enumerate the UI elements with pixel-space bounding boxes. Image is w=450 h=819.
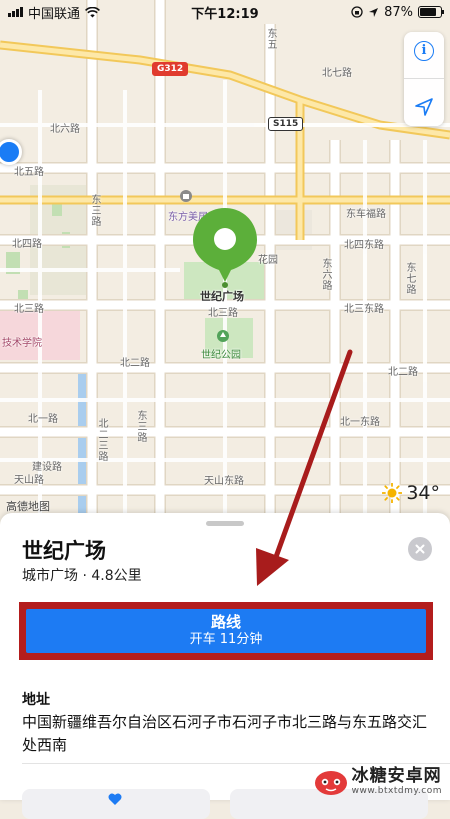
road-label: 北三东路 <box>344 304 384 315</box>
orientation-lock-icon <box>351 6 363 18</box>
watermark-url: www.btxtdmy.com <box>351 786 442 796</box>
wifi-icon <box>85 6 100 17</box>
park-icon <box>217 330 229 342</box>
locate-arrow-icon[interactable] <box>414 97 434 117</box>
road-label: 东车福路 <box>346 209 386 220</box>
status-bar: 中国联通 下午12:19 87% <box>0 0 450 24</box>
map-attribution[interactable]: 高德地图 <box>6 498 50 514</box>
divider <box>22 763 450 764</box>
road-label: 北六路 <box>50 124 80 135</box>
battery-icon <box>418 6 444 18</box>
route-shield-s115: S115 <box>268 117 304 131</box>
close-icon <box>415 544 425 554</box>
close-button[interactable] <box>408 537 432 561</box>
info-icon[interactable]: i <box>414 40 434 61</box>
road-label: 北一路 <box>28 414 58 425</box>
road-label: 北二路 <box>388 367 418 378</box>
sheet-grabber[interactable] <box>206 521 244 526</box>
location-services-icon <box>369 7 379 17</box>
place-title: 世纪广场 <box>22 539 106 563</box>
heart-icon <box>108 793 122 805</box>
road-label: 东七路 <box>404 262 415 295</box>
road-label: 东三路 <box>135 410 146 443</box>
weather-widget: 34° <box>382 482 440 504</box>
road-label: 北七路 <box>322 68 352 79</box>
battery-fill <box>420 8 436 16</box>
watermark-logo-icon <box>314 770 347 795</box>
place-card-sheet[interactable]: 世纪广场 城市广场 · 4.8公里 路线 开车 11分钟 地址 中国新疆维吾尔自… <box>0 513 450 819</box>
weather-temperature: 34° <box>406 482 440 504</box>
place-subtitle: 城市广场 · 4.8公里 <box>22 568 142 584</box>
map-controls: i <box>404 32 444 126</box>
address-label: 地址 <box>22 692 50 708</box>
road-label: 天山路 <box>14 475 44 486</box>
poi-label-hua-yuan[interactable]: 花园 <box>258 251 278 266</box>
battery-percent: 87% <box>384 4 413 20</box>
watermark: 冰糖安卓网 www.btxtdmy.com <box>314 767 442 796</box>
store-icon <box>180 190 192 202</box>
poi-label-shi-ji-gong-yuan[interactable]: 世纪公园 <box>201 346 241 361</box>
road-label: 北二三路 <box>96 418 107 462</box>
destination-pin-icon[interactable] <box>193 208 257 288</box>
road-label: 天山东路 <box>204 476 244 487</box>
route-button-label: 路线 <box>210 613 241 631</box>
road-label: 东六路 <box>320 258 331 291</box>
road-label: 东三路 <box>89 194 100 227</box>
watermark-name: 冰糖安卓网 <box>351 766 442 786</box>
carrier-name: 中国联通 <box>28 6 81 22</box>
road-label: 北四路 <box>12 239 42 250</box>
road-label: 北五路 <box>14 167 44 178</box>
route-button-eta: 开车 11分钟 <box>189 632 263 647</box>
poi-label-shi-ji-guang-chang[interactable]: 世纪广场 <box>200 288 244 304</box>
annotation-highlight-box: 路线 开车 11分钟 <box>19 602 433 660</box>
divider <box>404 78 444 80</box>
address-text[interactable]: 中国新疆维吾尔自治区石河子市石河子市北三路与东五路交汇处西南 <box>22 711 432 757</box>
road-label: 东五 <box>265 28 276 50</box>
road-label: 北二路 <box>120 358 150 369</box>
signal-icon <box>8 7 23 17</box>
route-button[interactable]: 路线 开车 11分钟 <box>26 609 426 653</box>
poi-label-ji-shu-xue-yuan[interactable]: 技术学院 <box>2 334 42 349</box>
road-label: 北三路 <box>14 304 44 315</box>
road-label: 北四东路 <box>344 240 384 251</box>
route-shield-g312: G312 <box>152 62 189 76</box>
sun-icon <box>382 483 403 503</box>
road-label: 北一东路 <box>340 417 380 428</box>
road-label: 北三路 <box>208 308 238 319</box>
